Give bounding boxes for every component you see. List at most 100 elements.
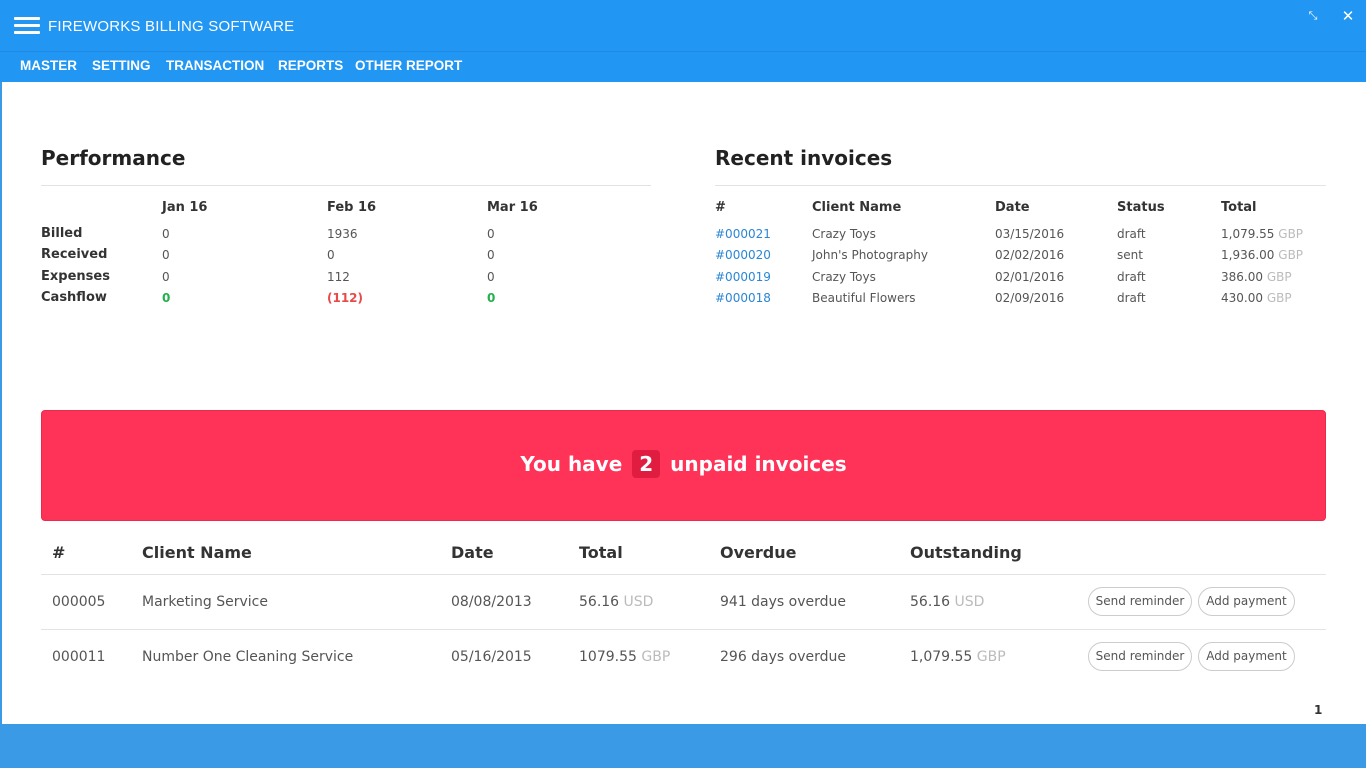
column-header: Date [995,200,1030,215]
column-header: Client Name [142,543,252,562]
alert-suffix: unpaid invoices [670,452,847,476]
invoice-total: 1079.55 GBP [579,649,670,665]
received-value: 0 [487,248,495,262]
invoice-status: draft [1117,291,1146,305]
outstanding-value: 56.16 [910,594,951,610]
currency-code: GBP [1278,227,1304,241]
cashflow-value: (112) [327,291,364,305]
menu-reports[interactable]: REPORTS [278,58,343,73]
app-title: FIREWORKS BILLING SOFTWARE [48,18,295,35]
send-reminder-button[interactable]: Send reminder [1088,642,1192,671]
invoice-status: draft [1117,227,1146,241]
invoice-date: 02/02/2016 [995,248,1065,262]
title-bar: FIREWORKS BILLING SOFTWARE ⤡ ✕ [0,0,1366,52]
invoice-link[interactable]: #000020 [715,248,771,262]
dashboard-content: Performance Jan 16 Feb 16 Mar 16 Billed … [2,82,1366,724]
invoice-total: 1,079.55 GBP [1221,227,1303,241]
outstanding-value: 1,079.55 [910,649,973,665]
overdue-days: 941 days overdue [720,594,847,610]
invoice-total: 1,936.00 GBP [1221,248,1303,262]
pagination-current-page[interactable]: 1 [1314,703,1322,717]
restore-window-icon[interactable]: ⤡ [1303,6,1323,26]
main-menu: MASTER SETTING TRANSACTION REPORTS OTHER… [0,52,1366,82]
currency-code: USD [954,594,985,610]
outstanding-amount: 56.16 USD [910,594,984,610]
menu-other-report[interactable]: OTHER REPORT [355,58,462,73]
unpaid-invoice-link[interactable]: 000011 [52,649,105,665]
column-header: Outstanding [910,543,1022,562]
cashflow-value: 0 [162,291,171,305]
add-payment-button[interactable]: Add payment [1198,587,1295,616]
invoice-status: sent [1117,248,1143,262]
currency-code: USD [623,594,654,610]
client-name: Crazy Toys [812,227,876,241]
invoice-date: 08/08/2013 [451,594,532,610]
alert-message: You have 2 unpaid invoices [42,450,1325,478]
currency-code: GBP [1278,248,1304,262]
invoice-date: 02/09/2016 [995,291,1065,305]
billed-label: Billed [41,226,83,241]
invoice-amount: 430.00 [1221,291,1263,305]
alert-prefix: You have [520,452,623,476]
close-window-icon[interactable]: ✕ [1338,6,1358,26]
cashflow-label: Cashflow [41,290,107,305]
hamburger-menu-icon[interactable] [14,17,40,35]
cashflow-value: 0 [487,291,496,305]
invoice-link[interactable]: #000018 [715,291,771,305]
add-payment-button[interactable]: Add payment [1198,642,1295,671]
send-reminder-button[interactable]: Send reminder [1088,587,1192,616]
invoice-status: draft [1117,270,1146,284]
outstanding-amount: 1,079.55 GBP [910,649,1006,665]
invoice-total: 430.00 GBP [1221,291,1292,305]
invoice-total: 56.16 USD [579,594,653,610]
column-header: Total [1221,200,1257,215]
invoice-total: 386.00 GBP [1221,270,1292,284]
invoice-date: 05/16/2015 [451,649,532,665]
invoice-link[interactable]: #000019 [715,270,771,284]
column-header: Status [1117,200,1165,215]
client-name: Crazy Toys [812,270,876,284]
currency-code: GBP [976,649,1006,665]
invoice-amount: 386.00 [1221,270,1263,284]
billed-value: 0 [162,227,170,241]
invoice-amount: 1,936.00 [1221,248,1275,262]
client-name: Number One Cleaning Service [142,649,354,665]
column-header: Client Name [812,200,902,215]
recent-invoices-divider [715,185,1326,186]
performance-title: Performance [41,146,186,170]
currency-code: GBP [641,649,671,665]
table-divider [41,574,1326,575]
column-header: # [715,200,726,215]
menu-master[interactable]: MASTER [20,58,77,73]
column-header: Date [451,543,494,562]
invoice-amount: 1,079.55 [1221,227,1275,241]
performance-divider [41,185,651,186]
total-amount: 56.16 [579,594,620,610]
column-header: Overdue [720,543,797,562]
unpaid-count-badge: 2 [632,450,661,478]
expenses-value: 112 [327,270,350,284]
received-value: 0 [327,248,335,262]
unpaid-invoice-link[interactable]: 000005 [52,594,105,610]
currency-code: GBP [1266,270,1292,284]
client-name: Beautiful Flowers [812,291,916,305]
month-header: Mar 16 [487,200,538,215]
client-name: Marketing Service [142,594,268,610]
received-value: 0 [162,248,170,262]
menu-setting[interactable]: SETTING [92,58,151,73]
received-label: Received [41,247,108,262]
month-header: Jan 16 [162,200,208,215]
unpaid-invoices-alert: You have 2 unpaid invoices [41,410,1326,521]
expenses-label: Expenses [41,269,110,284]
month-header: Feb 16 [327,200,377,215]
total-amount: 1079.55 [579,649,637,665]
invoice-date: 02/01/2016 [995,270,1065,284]
row-divider [41,629,1326,630]
menu-transaction[interactable]: TRANSACTION [166,58,264,73]
billed-value: 1936 [327,227,358,241]
column-header: Total [579,543,623,562]
expenses-value: 0 [487,270,495,284]
invoice-link[interactable]: #000021 [715,227,771,241]
invoice-date: 03/15/2016 [995,227,1065,241]
recent-invoices-title: Recent invoices [715,146,893,170]
